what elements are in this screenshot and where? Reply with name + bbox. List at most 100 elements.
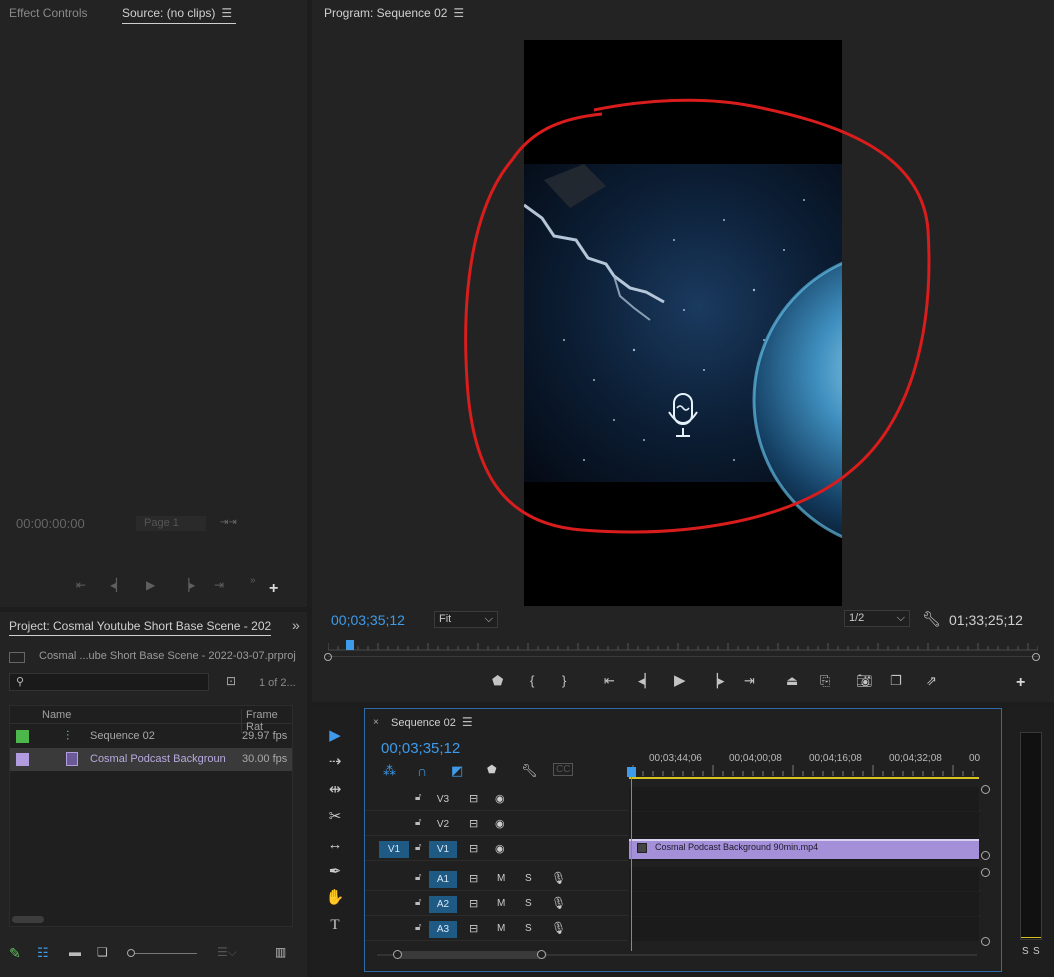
- column-header-name[interactable]: Name: [42, 709, 71, 721]
- panel-menu-icon[interactable]: ☰: [221, 6, 232, 20]
- pencil-icon[interactable]: ✎: [9, 945, 21, 962]
- linked-selection-icon[interactable]: ◩: [451, 763, 463, 779]
- sync-lock-icon[interactable]: ⊟: [469, 897, 478, 910]
- slip-tool-icon[interactable]: ↔: [320, 833, 350, 857]
- page-selector[interactable]: Page 1: [136, 516, 206, 531]
- track-select-tool-icon[interactable]: ⇢: [320, 750, 350, 774]
- program-scrubber[interactable]: [327, 640, 1039, 654]
- go-to-in-icon[interactable]: ⇤: [604, 674, 615, 688]
- track-label[interactable]: A2: [429, 896, 457, 913]
- table-row[interactable]: ⫶ Sequence 02 29.97 fps: [10, 725, 292, 748]
- resolution-dropdown[interactable]: 1/2 ⌵: [844, 610, 910, 627]
- track-lane[interactable]: Cosmal Podcast Background 90min.mp4: [629, 837, 979, 861]
- program-title[interactable]: Program: Sequence 02 ☰: [324, 6, 464, 20]
- track-label[interactable]: A3: [429, 921, 457, 938]
- horizontal-scrollbar[interactable]: [12, 916, 44, 923]
- snap-magnet-icon[interactable]: ∩: [417, 763, 427, 779]
- icon-view-icon[interactable]: ▬: [69, 945, 81, 959]
- add-marker-icon[interactable]: ⬟: [487, 763, 497, 776]
- sync-lock-icon[interactable]: ⊟: [469, 922, 478, 935]
- lock-icon[interactable]: 🔓︎: [415, 897, 421, 908]
- mute-button[interactable]: M: [497, 873, 505, 884]
- add-button-icon[interactable]: +: [1016, 674, 1025, 692]
- track-label[interactable]: V1: [429, 841, 457, 858]
- zoom-slider[interactable]: [127, 949, 197, 957]
- panel-menu-icon[interactable]: ☰: [453, 6, 464, 20]
- eye-icon[interactable]: ◉: [495, 792, 505, 805]
- timeline-zoom-scrollbar[interactable]: [377, 950, 977, 960]
- step-forward-icon[interactable]: ▕▸: [180, 578, 195, 592]
- program-monitor[interactable]: [524, 40, 842, 606]
- solo-left-button[interactable]: S: [1022, 946, 1029, 957]
- freeform-view-icon[interactable]: ❏: [97, 945, 108, 959]
- zoom-handle-right[interactable]: [1032, 653, 1040, 661]
- mark-out-icon[interactable]: }: [562, 674, 566, 688]
- automate-icon[interactable]: ▥: [275, 945, 286, 959]
- scroll-handle-left[interactable]: [393, 950, 402, 959]
- track-lane[interactable]: [629, 812, 979, 836]
- panel-menu-icon[interactable]: ☰: [462, 715, 473, 729]
- microphone-icon[interactable]: 🎙︎: [551, 871, 566, 885]
- overflow-icon[interactable]: »: [250, 575, 256, 586]
- table-row[interactable]: Cosmal Podcast Backgroun 30.00 fps: [10, 748, 292, 771]
- playhead-line[interactable]: [631, 775, 632, 951]
- label-color-swatch[interactable]: [16, 753, 29, 766]
- mute-button[interactable]: M: [497, 898, 505, 909]
- vertical-scroll-handle[interactable]: [981, 785, 990, 794]
- lift-icon[interactable]: ⏏: [786, 674, 798, 688]
- export-frame-icon[interactable]: ⇗: [926, 674, 937, 688]
- eye-icon[interactable]: ◉: [495, 817, 505, 830]
- solo-button[interactable]: S: [525, 873, 532, 884]
- timeline-timecode[interactable]: 00;03;35;12: [381, 740, 460, 757]
- marker-icon[interactable]: ⬟: [492, 674, 503, 688]
- lock-icon[interactable]: 🔓︎: [415, 872, 421, 883]
- track-lane[interactable]: [629, 917, 979, 941]
- new-search-bin-icon[interactable]: ⊡: [226, 674, 236, 688]
- mark-out-icon[interactable]: ⇥: [214, 578, 224, 592]
- vertical-scroll-handle[interactable]: [981, 868, 990, 877]
- project-title[interactable]: Project: Cosmal Youtube Short Base Scene…: [9, 619, 271, 636]
- step-back-icon[interactable]: ◂▏: [638, 674, 655, 688]
- source-patch-v1[interactable]: V1: [379, 841, 409, 858]
- lock-icon[interactable]: 🔓︎: [415, 792, 421, 803]
- camera-icon[interactable]: 📷︎: [856, 674, 873, 688]
- microphone-icon[interactable]: 🎙︎: [551, 921, 566, 935]
- playhead-marker[interactable]: [627, 767, 636, 777]
- label-color-swatch[interactable]: [16, 730, 29, 743]
- sort-icon[interactable]: ☰⌵: [217, 945, 237, 960]
- sync-lock-icon[interactable]: ⊟: [469, 792, 478, 805]
- microphone-icon[interactable]: 🎙︎: [551, 896, 566, 910]
- track-lane[interactable]: [629, 867, 979, 891]
- fit-dropdown[interactable]: Fit ⌵: [434, 611, 498, 628]
- razor-tool-icon[interactable]: ✂: [320, 805, 350, 829]
- sync-lock-icon[interactable]: ⊟: [469, 817, 478, 830]
- video-clip[interactable]: Cosmal Podcast Background 90min.mp4: [629, 839, 979, 859]
- type-tool-icon[interactable]: T: [320, 913, 350, 937]
- captions-icon[interactable]: CC: [553, 763, 574, 776]
- track-label[interactable]: V3: [429, 791, 457, 808]
- lock-icon[interactable]: 🔓︎: [415, 842, 421, 853]
- extract-icon[interactable]: ⎘: [820, 674, 830, 688]
- hand-tool-icon[interactable]: ✋: [320, 886, 350, 910]
- scroll-thumb[interactable]: [397, 951, 547, 959]
- lock-icon[interactable]: 🔓︎: [415, 922, 421, 933]
- search-input[interactable]: ⚲: [9, 673, 209, 691]
- ripple-edit-tool-icon[interactable]: ⇹: [320, 778, 350, 802]
- sync-lock-icon[interactable]: ⊟: [469, 872, 478, 885]
- source-timecode[interactable]: 00:00:00:00: [16, 516, 85, 531]
- lock-icon[interactable]: 🔓︎: [415, 817, 421, 828]
- compare-icon[interactable]: ❐: [890, 674, 902, 688]
- zoom-handle-left[interactable]: [324, 653, 332, 661]
- track-label[interactable]: A1: [429, 871, 457, 888]
- selection-tool-icon[interactable]: ▶: [320, 724, 350, 748]
- step-forward-icon[interactable]: ▕▸: [708, 674, 725, 688]
- solo-button[interactable]: S: [525, 923, 532, 934]
- list-view-icon[interactable]: ☷: [37, 945, 49, 961]
- play-icon[interactable]: ▶: [146, 578, 155, 592]
- track-lane[interactable]: [629, 892, 979, 916]
- mark-in-icon[interactable]: ⇤: [76, 578, 86, 592]
- time-ruler[interactable]: 00;03;44;06 00;04;00;08 00;04;16;08 00;0…: [629, 749, 981, 781]
- step-back-icon[interactable]: ◂▏: [110, 578, 125, 592]
- playhead-marker[interactable]: [346, 640, 354, 650]
- scroll-handle-right[interactable]: [537, 950, 546, 959]
